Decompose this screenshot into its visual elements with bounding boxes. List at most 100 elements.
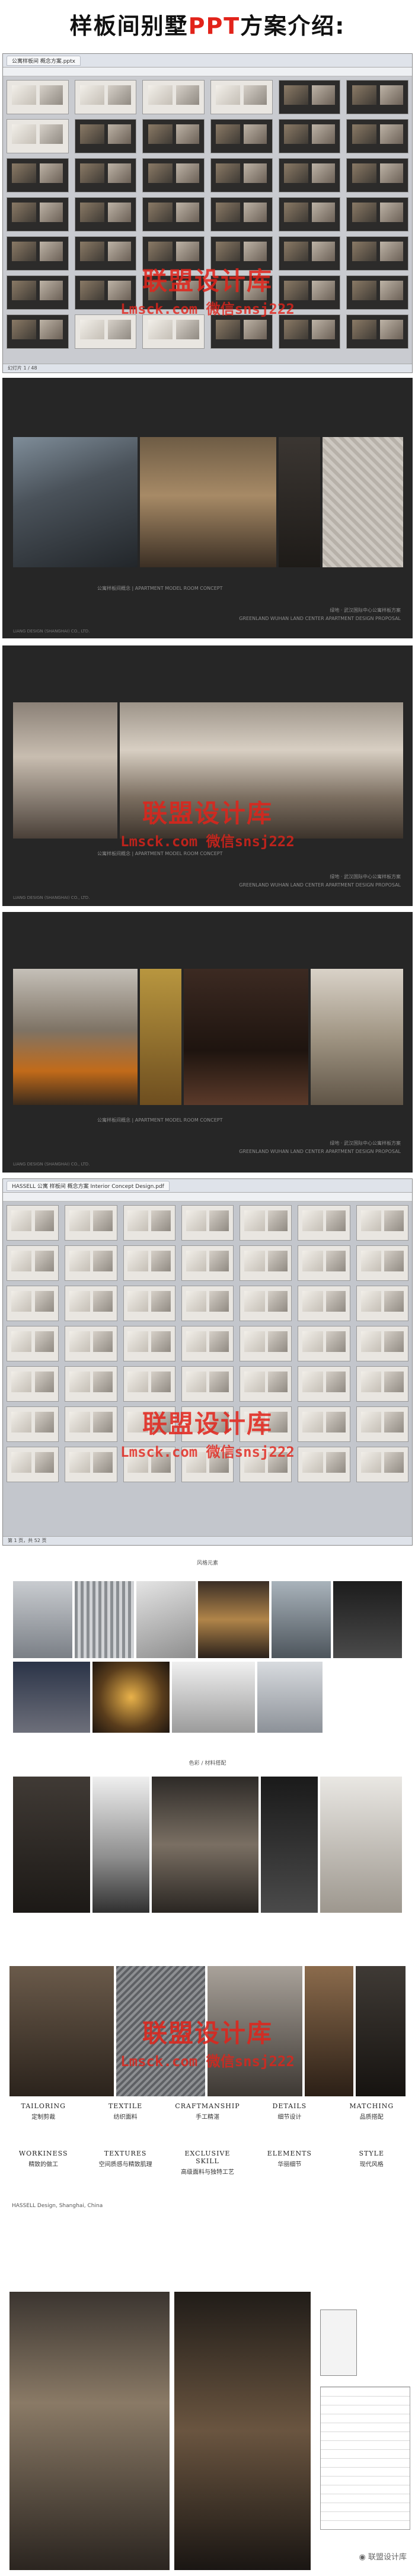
slide-thumbnail[interactable] [123, 1245, 175, 1281]
slide-thumbnail[interactable] [123, 1205, 175, 1241]
slide-thumbnail[interactable] [7, 314, 69, 349]
slide-thumbnail[interactable] [123, 1447, 175, 1482]
slide-thumbnail[interactable] [7, 158, 69, 192]
slide-thumbnail[interactable] [356, 1447, 408, 1482]
slide-thumbnail[interactable] [7, 1326, 59, 1361]
slide-thumbnail[interactable] [142, 119, 205, 153]
slide-thumbnail[interactable] [7, 1286, 59, 1321]
slide-thumbnail[interactable] [356, 1205, 408, 1241]
slide-thumbnail[interactable] [181, 1286, 234, 1321]
slide-thumbnail[interactable] [123, 1326, 175, 1361]
slide-concept-3: 公寓样板间概念 | APARTMENT MODEL ROOM CONCEPT 绿… [2, 912, 413, 1173]
material-en: CRAFTMANSHIP [175, 2102, 240, 2110]
slide-thumbnail[interactable] [65, 1406, 117, 1442]
slide-thumbnail[interactable] [7, 275, 69, 310]
slide-thumbnail[interactable] [356, 1286, 408, 1321]
slide-thumbnail[interactable] [356, 1326, 408, 1361]
slide-thumbnail[interactable] [65, 1366, 117, 1402]
slide-thumbnail[interactable] [278, 314, 341, 349]
slide-thumbnail[interactable] [298, 1205, 350, 1241]
slide-thumbnail[interactable] [123, 1406, 175, 1442]
slide-thumbnail[interactable] [74, 80, 137, 114]
slide-thumbnail[interactable] [210, 197, 273, 232]
slide-thumbnail[interactable] [356, 1406, 408, 1442]
slide-thumbnail[interactable] [123, 1286, 175, 1321]
slide-thumbnail[interactable] [181, 1326, 234, 1361]
slide-thumbnail[interactable] [298, 1406, 350, 1442]
slide-thumbnail[interactable] [7, 197, 69, 232]
slide-thumbnail[interactable] [142, 80, 205, 114]
slide-thumbnail[interactable] [278, 197, 341, 232]
slide-thumbnail[interactable] [74, 197, 137, 232]
slide-thumbnail[interactable] [142, 314, 205, 349]
slide-thumbnail[interactable] [240, 1366, 292, 1402]
ppt-window-2: HASSELL 公寓 样板间 概念方案 Interior Concept Des… [2, 1178, 413, 1546]
slide-thumbnail[interactable] [142, 275, 205, 310]
slide-thumbnail[interactable] [346, 236, 408, 271]
slide-thumbnail[interactable] [240, 1447, 292, 1482]
slide-thumbnail[interactable] [210, 80, 273, 114]
slide-thumbnail[interactable] [65, 1286, 117, 1321]
slide-thumbnail[interactable] [181, 1447, 234, 1482]
slide-thumbnail[interactable] [65, 1447, 117, 1482]
slide-thumbnail[interactable] [74, 275, 137, 310]
slide-thumbnail[interactable] [346, 158, 408, 192]
slide-thumbnail[interactable] [7, 1205, 59, 1241]
slide-thumbnail[interactable] [346, 314, 408, 349]
slide-thumbnail[interactable] [298, 1245, 350, 1281]
slide-thumbnail[interactable] [65, 1326, 117, 1361]
slide-thumbnail[interactable] [74, 158, 137, 192]
slide-thumbnail[interactable] [346, 80, 408, 114]
slide-thumbnail[interactable] [240, 1245, 292, 1281]
slide-thumbnail[interactable] [65, 1205, 117, 1241]
document-tab[interactable]: HASSELL 公寓 样板间 概念方案 Interior Concept Des… [7, 1180, 170, 1191]
slide-thumbnail[interactable] [7, 236, 69, 271]
slide-thumbnail[interactable] [298, 1366, 350, 1402]
slide-thumbnail[interactable] [346, 275, 408, 310]
slide-thumbnail[interactable] [240, 1406, 292, 1442]
slide-thumbnail[interactable] [346, 119, 408, 153]
slide-thumbnail[interactable] [240, 1326, 292, 1361]
slide-thumbnail[interactable] [142, 236, 205, 271]
photo-dining-still-life [13, 969, 138, 1105]
slide-thumbnail[interactable] [142, 197, 205, 232]
slide-thumbnail[interactable] [298, 1447, 350, 1482]
slide-thumbnail[interactable] [278, 236, 341, 271]
slide-thumbnail[interactable] [74, 314, 137, 349]
slide-thumbnail[interactable] [181, 1245, 234, 1281]
slide-thumbnail[interactable] [7, 80, 69, 114]
slide-thumbnail[interactable] [181, 1406, 234, 1442]
slide-thumbnail[interactable] [74, 119, 137, 153]
slide-thumbnail[interactable] [278, 80, 341, 114]
slide-thumbnail[interactable] [65, 1245, 117, 1281]
slide-thumbnail[interactable] [7, 1245, 59, 1281]
slide-thumbnail[interactable] [278, 158, 341, 192]
slide-thumbnail[interactable] [7, 1366, 59, 1402]
slide-thumbnail[interactable] [356, 1366, 408, 1402]
slide-thumbnail[interactable] [7, 119, 69, 153]
slide-concept-2: 联盟设计库 Lmsck.com 微信snsj222 公寓样板间概念 | APAR… [2, 645, 413, 906]
slide-thumbnail[interactable] [210, 236, 273, 271]
slide-thumbnail[interactable] [298, 1326, 350, 1361]
slide-thumbnail[interactable] [181, 1205, 234, 1241]
slide-thumbnail[interactable] [181, 1366, 234, 1402]
slide-thumbnail[interactable] [74, 236, 137, 271]
slide-thumbnail[interactable] [278, 275, 341, 310]
slide-thumbnail[interactable] [346, 197, 408, 232]
slide-thumbnail[interactable] [278, 119, 341, 153]
slide-thumbnail[interactable] [356, 1245, 408, 1281]
slide-thumbnail[interactable] [123, 1366, 175, 1402]
slide-thumbnail[interactable] [210, 275, 273, 310]
slide-thumbnail[interactable] [210, 158, 273, 192]
slide-thumbnail[interactable] [298, 1286, 350, 1321]
slide-thumbnail[interactable] [7, 1447, 59, 1482]
slide-thumbnail[interactable] [240, 1205, 292, 1241]
slide-thumbnail[interactable] [240, 1286, 292, 1321]
slide-thumbnail[interactable] [7, 1406, 59, 1442]
slide-thumbnail[interactable] [210, 314, 273, 349]
slide-thumbnail[interactable] [210, 119, 273, 153]
material-label: DETAILS 细节设计 [254, 2102, 325, 2121]
slide-thumbnail[interactable] [142, 158, 205, 192]
tab-bar: HASSELL 公寓 样板间 概念方案 Interior Concept Des… [3, 1179, 412, 1193]
document-tab[interactable]: 公寓样板间 概念方案.pptx [7, 55, 81, 66]
